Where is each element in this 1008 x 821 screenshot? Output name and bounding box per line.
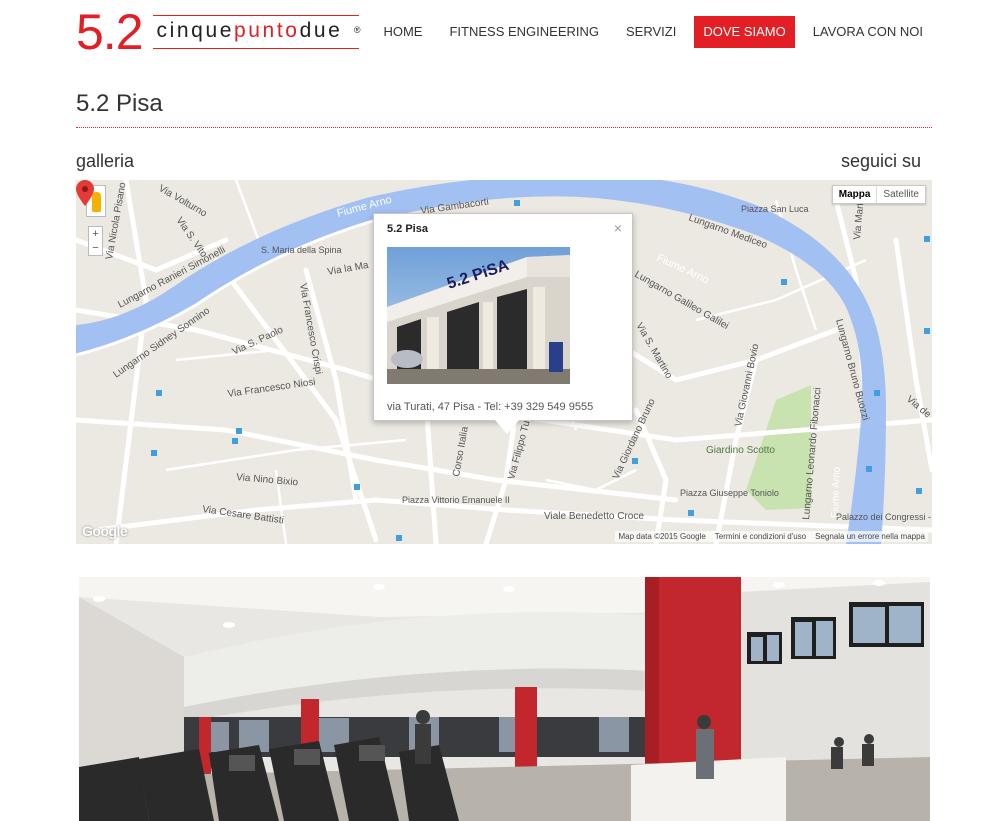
map-label-piazza-toniolo: Piazza Giuseppe Toniolo [680,488,779,498]
gym-interior-photo [79,577,930,821]
nav-lavora-con-noi[interactable]: LAVORA CON NOI [804,16,932,48]
nav-servizi[interactable]: SERVIZI [617,16,685,48]
site-header: 5.2 cinquepuntodue ® HOME FITNESS ENGINEE… [0,0,1008,62]
logo-wordmark: cinquepuntodue ® [152,15,361,49]
google-logo: Google [82,523,128,539]
map-label-viale-croce: Viale Benedetto Croce [544,511,644,522]
info-window-close-button[interactable]: × [614,220,622,236]
nav-home[interactable]: HOME [374,16,431,48]
gym-facade-photo: 5.2 PiSA [387,247,570,384]
registered-mark: ® [353,25,361,35]
gallery-heading: galleria [76,151,135,171]
logo-word-right: due [299,19,343,42]
title-divider [76,127,932,128]
map-label-s-maria-spina: S. Maria della Spina [261,245,342,255]
info-window-address: via Turati, 47 Pisa - Tel: +39 329 549 9… [387,401,594,413]
map-label-piazza-vittorio-emanuele: Piazza Vittorio Emanuele II [402,495,510,505]
follow-heading: seguici su [840,151,921,171]
map-attribution: Map data ©2015 Google Termini e condizio… [615,531,928,542]
zoom-out-button[interactable]: − [89,241,102,255]
map-report-link[interactable]: Segnala un errore nella mappa [815,532,925,541]
map-label-fiume-arno-3: Fiume Arno [830,466,843,518]
logo-word-left: cinque [156,19,234,42]
zoom-in-button[interactable]: + [89,227,102,241]
google-map[interactable]: Fiume Arno Via Gambacorti Lungarno Medic… [76,180,932,544]
map-info-window: 5.2 Pisa × 5.2 PiSA via Turati, 47 Pisa … [373,213,633,434]
page-title: 5.2 Pisa [76,90,163,117]
map-type-satellite-button[interactable]: Satellite [877,186,925,203]
info-window-title: 5.2 Pisa [387,223,428,235]
logo-word-mid: punto [234,19,300,42]
nav-dove-siamo[interactable]: DOVE SIAMO [694,16,795,48]
logo-number: 5.2 [76,4,144,60]
map-type-map-button[interactable]: Mappa [833,186,878,203]
map-label-palazzo-congressi: Palazzo dei Congressi - PISA [836,512,932,522]
main-nav: HOME FITNESS ENGINEERING SERVIZI DOVE SI… [365,16,932,48]
map-data-credit: Map data ©2015 Google [618,532,706,541]
map-label-giardino-scotto: Giardino Scotto [706,445,775,456]
map-type-control: Mappa Satellite [831,185,926,204]
zoom-control: + − [88,226,103,256]
map-terms-link[interactable]: Termini e condizioni d'uso [715,532,806,541]
location-marker-icon[interactable] [76,180,94,206]
map-label-piazza-san-luca: Piazza San Luca [741,204,809,214]
logo[interactable]: 5.2 cinquepuntodue ® [76,4,361,60]
nav-fitness-engineering[interactable]: FITNESS ENGINEERING [440,16,608,48]
